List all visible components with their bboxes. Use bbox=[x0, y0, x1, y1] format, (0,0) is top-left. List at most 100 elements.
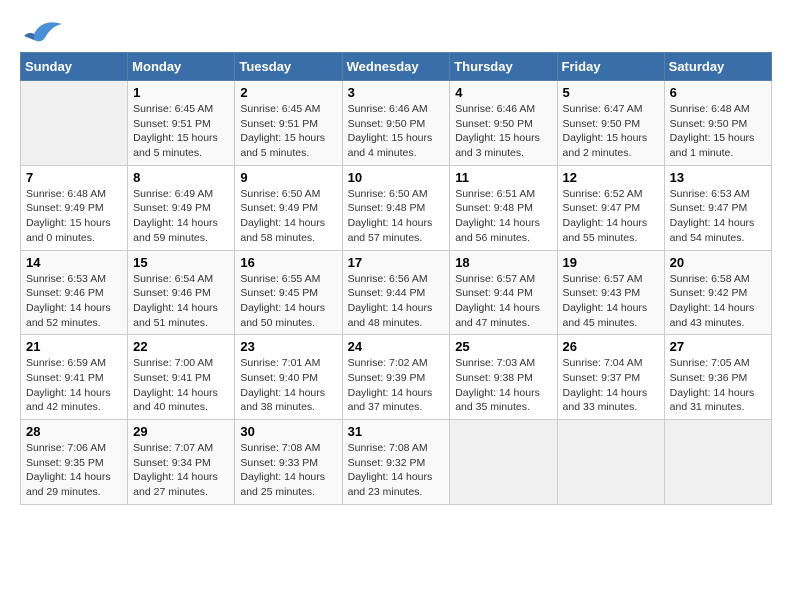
calendar-cell: 22 Sunrise: 7:00 AMSunset: 9:41 PMDayligh… bbox=[128, 335, 235, 420]
day-info: Sunrise: 6:56 AMSunset: 9:44 PMDaylight:… bbox=[348, 272, 445, 331]
day-info: Sunrise: 6:53 AMSunset: 9:47 PMDaylight:… bbox=[670, 187, 766, 246]
day-number: 23 bbox=[240, 339, 336, 354]
day-number: 4 bbox=[455, 85, 551, 100]
day-info: Sunrise: 6:45 AMSunset: 9:51 PMDaylight:… bbox=[240, 102, 336, 161]
day-number: 16 bbox=[240, 255, 336, 270]
day-number: 1 bbox=[133, 85, 229, 100]
calendar-cell: 10Sunrise: 6:50 AMSunset: 9:48 PMDayligh… bbox=[342, 165, 450, 250]
calendar-cell: 25Sunrise: 7:03 AMSunset: 9:38 PMDayligh… bbox=[450, 335, 557, 420]
day-info: Sunrise: 6:55 AMSunset: 9:45 PMDaylight:… bbox=[240, 272, 336, 331]
day-number: 6 bbox=[670, 85, 766, 100]
calendar-cell: 30 Sunrise: 7:08 AMSunset: 9:33 PMDayligh… bbox=[235, 420, 342, 505]
day-info: Sunrise: 6:50 AMSunset: 9:49 PMDaylight:… bbox=[240, 187, 336, 246]
day-info: Sunrise: 6:49 AMSunset: 9:49 PMDaylight:… bbox=[133, 187, 229, 246]
day-number: 14 bbox=[26, 255, 122, 270]
calendar-cell: 5Sunrise: 6:47 AMSunset: 9:50 PMDaylight… bbox=[557, 81, 664, 166]
day-info: Sunrise: 6:46 AMSunset: 9:50 PMDaylight:… bbox=[455, 102, 551, 161]
calendar-cell bbox=[557, 420, 664, 505]
day-number: 15 bbox=[133, 255, 229, 270]
calendar-cell: 21Sunrise: 6:59 AMSunset: 9:41 PMDayligh… bbox=[21, 335, 128, 420]
calendar-cell: 6 Sunrise: 6:48 AMSunset: 9:50 PMDaylight… bbox=[664, 81, 771, 166]
logo bbox=[20, 16, 62, 44]
calendar-cell bbox=[21, 81, 128, 166]
day-info: Sunrise: 7:00 AMSunset: 9:41 PMDaylight:… bbox=[133, 356, 229, 415]
day-number: 10 bbox=[348, 170, 445, 185]
calendar-cell: 7 Sunrise: 6:48 AMSunset: 9:49 PMDaylight… bbox=[21, 165, 128, 250]
day-number: 9 bbox=[240, 170, 336, 185]
calendar-cell: 23 Sunrise: 7:01 AMSunset: 9:40 PMDayligh… bbox=[235, 335, 342, 420]
day-info: Sunrise: 7:06 AMSunset: 9:35 PMDaylight:… bbox=[26, 441, 122, 500]
calendar-cell: 11 Sunrise: 6:51 AMSunset: 9:48 PMDayligh… bbox=[450, 165, 557, 250]
day-number: 7 bbox=[26, 170, 122, 185]
day-info: Sunrise: 6:53 AMSunset: 9:46 PMDaylight:… bbox=[26, 272, 122, 331]
day-number: 12 bbox=[563, 170, 659, 185]
calendar-cell: 16 Sunrise: 6:55 AMSunset: 9:45 PMDayligh… bbox=[235, 250, 342, 335]
col-header-monday: Monday bbox=[128, 53, 235, 81]
day-number: 28 bbox=[26, 424, 122, 439]
day-info: Sunrise: 6:57 AMSunset: 9:44 PMDaylight:… bbox=[455, 272, 551, 331]
calendar-cell: 28 Sunrise: 7:06 AMSunset: 9:35 PMDayligh… bbox=[21, 420, 128, 505]
day-info: Sunrise: 6:54 AMSunset: 9:46 PMDaylight:… bbox=[133, 272, 229, 331]
day-info: Sunrise: 7:01 AMSunset: 9:40 PMDaylight:… bbox=[240, 356, 336, 415]
day-number: 26 bbox=[563, 339, 659, 354]
day-info: Sunrise: 7:03 AMSunset: 9:38 PMDaylight:… bbox=[455, 356, 551, 415]
calendar-week-row: 7 Sunrise: 6:48 AMSunset: 9:49 PMDaylight… bbox=[21, 165, 772, 250]
day-info: Sunrise: 7:08 AMSunset: 9:33 PMDaylight:… bbox=[240, 441, 336, 500]
day-info: Sunrise: 7:08 AMSunset: 9:32 PMDaylight:… bbox=[348, 441, 445, 500]
col-header-saturday: Saturday bbox=[664, 53, 771, 81]
day-number: 20 bbox=[670, 255, 766, 270]
day-info: Sunrise: 6:57 AMSunset: 9:43 PMDaylight:… bbox=[563, 272, 659, 331]
calendar-cell: 29Sunrise: 7:07 AMSunset: 9:34 PMDayligh… bbox=[128, 420, 235, 505]
col-header-wednesday: Wednesday bbox=[342, 53, 450, 81]
calendar-cell: 17 Sunrise: 6:56 AMSunset: 9:44 PMDayligh… bbox=[342, 250, 450, 335]
calendar-table: SundayMondayTuesdayWednesdayThursdayFrid… bbox=[20, 52, 772, 505]
calendar-cell bbox=[664, 420, 771, 505]
day-number: 24 bbox=[348, 339, 445, 354]
day-number: 17 bbox=[348, 255, 445, 270]
day-number: 18 bbox=[455, 255, 551, 270]
calendar-cell: 9 Sunrise: 6:50 AMSunset: 9:49 PMDaylight… bbox=[235, 165, 342, 250]
col-header-sunday: Sunday bbox=[21, 53, 128, 81]
calendar-cell: 31Sunrise: 7:08 AMSunset: 9:32 PMDayligh… bbox=[342, 420, 450, 505]
day-info: Sunrise: 6:58 AMSunset: 9:42 PMDaylight:… bbox=[670, 272, 766, 331]
day-number: 22 bbox=[133, 339, 229, 354]
day-info: Sunrise: 7:05 AMSunset: 9:36 PMDaylight:… bbox=[670, 356, 766, 415]
day-info: Sunrise: 7:02 AMSunset: 9:39 PMDaylight:… bbox=[348, 356, 445, 415]
header bbox=[20, 16, 772, 44]
calendar-week-row: 14 Sunrise: 6:53 AMSunset: 9:46 PMDayligh… bbox=[21, 250, 772, 335]
day-number: 8 bbox=[133, 170, 229, 185]
day-info: Sunrise: 6:48 AMSunset: 9:50 PMDaylight:… bbox=[670, 102, 766, 161]
day-info: Sunrise: 7:07 AMSunset: 9:34 PMDaylight:… bbox=[133, 441, 229, 500]
day-number: 2 bbox=[240, 85, 336, 100]
calendar-week-row: 21Sunrise: 6:59 AMSunset: 9:41 PMDayligh… bbox=[21, 335, 772, 420]
col-header-friday: Friday bbox=[557, 53, 664, 81]
calendar-cell: 8 Sunrise: 6:49 AMSunset: 9:49 PMDaylight… bbox=[128, 165, 235, 250]
calendar-cell: 14 Sunrise: 6:53 AMSunset: 9:46 PMDayligh… bbox=[21, 250, 128, 335]
col-header-tuesday: Tuesday bbox=[235, 53, 342, 81]
col-header-thursday: Thursday bbox=[450, 53, 557, 81]
calendar-week-row: 28 Sunrise: 7:06 AMSunset: 9:35 PMDayligh… bbox=[21, 420, 772, 505]
calendar-cell: 20 Sunrise: 6:58 AMSunset: 9:42 PMDayligh… bbox=[664, 250, 771, 335]
calendar-cell bbox=[450, 420, 557, 505]
day-number: 3 bbox=[348, 85, 445, 100]
calendar-cell: 3 Sunrise: 6:46 AMSunset: 9:50 PMDaylight… bbox=[342, 81, 450, 166]
day-number: 30 bbox=[240, 424, 336, 439]
day-number: 27 bbox=[670, 339, 766, 354]
day-info: Sunrise: 6:46 AMSunset: 9:50 PMDaylight:… bbox=[348, 102, 445, 161]
day-info: Sunrise: 6:45 AMSunset: 9:51 PMDaylight:… bbox=[133, 102, 229, 161]
calendar-header-row: SundayMondayTuesdayWednesdayThursdayFrid… bbox=[21, 53, 772, 81]
calendar-week-row: 1 Sunrise: 6:45 AMSunset: 9:51 PMDaylight… bbox=[21, 81, 772, 166]
day-info: Sunrise: 6:52 AMSunset: 9:47 PMDaylight:… bbox=[563, 187, 659, 246]
calendar-cell: 1 Sunrise: 6:45 AMSunset: 9:51 PMDaylight… bbox=[128, 81, 235, 166]
calendar-cell: 19Sunrise: 6:57 AMSunset: 9:43 PMDayligh… bbox=[557, 250, 664, 335]
day-info: Sunrise: 7:04 AMSunset: 9:37 PMDaylight:… bbox=[563, 356, 659, 415]
logo-bird-icon bbox=[24, 16, 62, 44]
day-info: Sunrise: 6:47 AMSunset: 9:50 PMDaylight:… bbox=[563, 102, 659, 161]
calendar-cell: 15 Sunrise: 6:54 AMSunset: 9:46 PMDayligh… bbox=[128, 250, 235, 335]
calendar-cell: 18 Sunrise: 6:57 AMSunset: 9:44 PMDayligh… bbox=[450, 250, 557, 335]
day-info: Sunrise: 6:48 AMSunset: 9:49 PMDaylight:… bbox=[26, 187, 122, 246]
day-number: 11 bbox=[455, 170, 551, 185]
calendar-cell: 24 Sunrise: 7:02 AMSunset: 9:39 PMDayligh… bbox=[342, 335, 450, 420]
day-number: 21 bbox=[26, 339, 122, 354]
day-info: Sunrise: 6:51 AMSunset: 9:48 PMDaylight:… bbox=[455, 187, 551, 246]
